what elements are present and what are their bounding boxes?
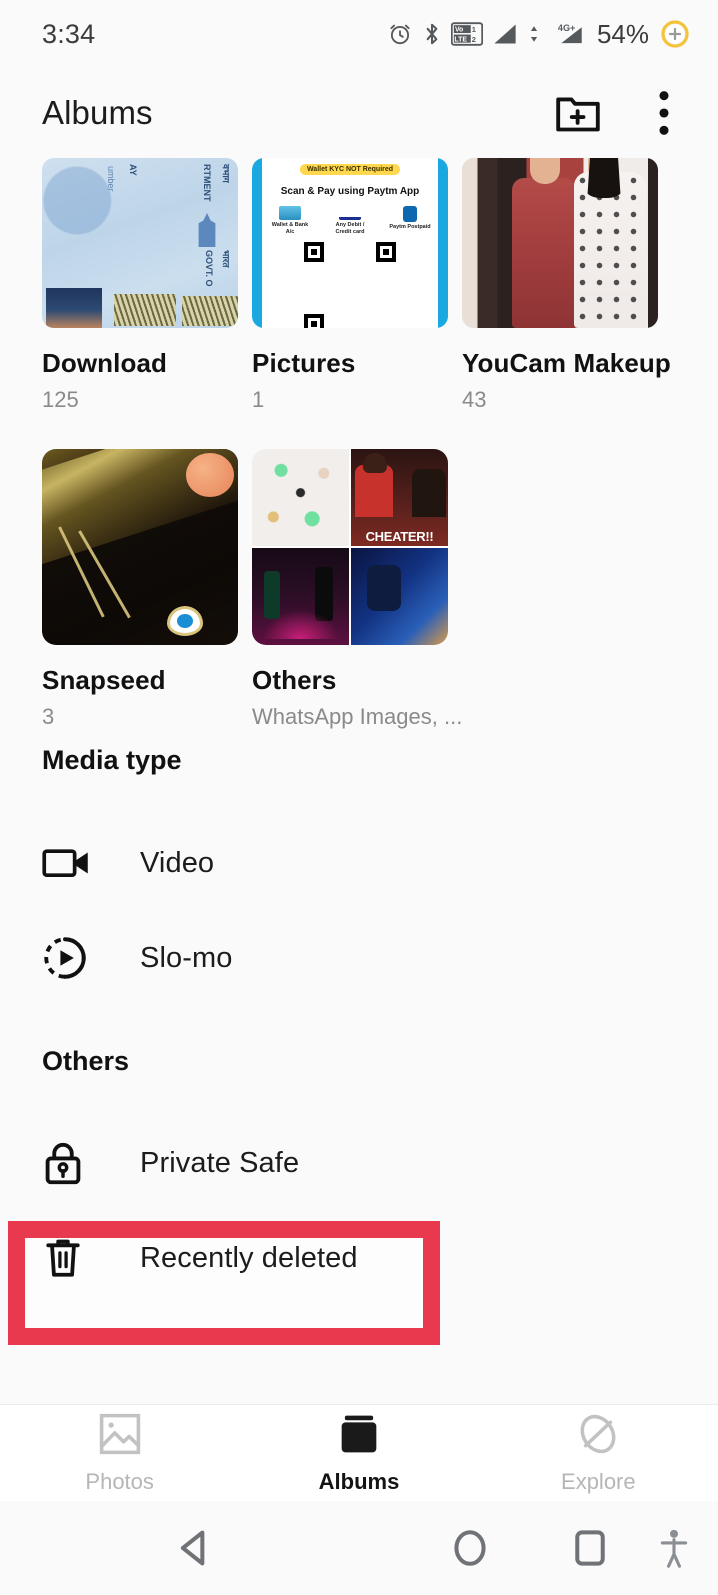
bottom-navigation: Photos Albums Explore [0, 1405, 718, 1501]
status-icons: Vo 1 LTE 2 4G+ 54% [387, 19, 690, 50]
status-time: 3:34 [42, 18, 96, 49]
album-name: YouCam Makeup [462, 348, 671, 378]
media-type-heading: Media type [42, 745, 182, 775]
album-thumbnail [462, 158, 658, 328]
phone-screen: 3:34 Vo 1 LTE 2 4G+ 54% Albums वभाग RTME… [0, 0, 718, 1595]
app-bar: Albums [0, 68, 718, 158]
others-item-private-safe[interactable]: Private Safe [0, 1115, 718, 1211]
battery-charging-icon [661, 20, 689, 48]
signal-bars-4g-icon: 4G+ [558, 23, 582, 44]
tab-label: Explore [561, 1469, 636, 1494]
bluetooth-icon [426, 23, 438, 45]
lock-icon [42, 1140, 98, 1186]
photo-icon [99, 1413, 140, 1455]
create-folder-icon [556, 97, 600, 132]
media-type-label: Slo-mo [140, 941, 233, 974]
album-name: Pictures [252, 348, 356, 378]
qr-option: Paytm Postpaid [389, 224, 431, 230]
necklace-photo-thumbnail [42, 449, 238, 645]
others-label: Recently deleted [140, 1241, 358, 1274]
svg-text:2: 2 [472, 35, 476, 44]
others-item-recently-deleted[interactable]: Recently deleted [0, 1210, 718, 1306]
album-name: Download [42, 348, 168, 378]
qr-heading: Scan & Pay using Paytm App [280, 186, 420, 197]
album-item-snapseed[interactable]: Snapseed 3 [42, 449, 238, 730]
svg-text:Vo: Vo [455, 27, 463, 34]
overflow-menu-button[interactable] [636, 85, 692, 141]
album-row-2: Snapseed 3 CHEATER!! Others WhatsApp Ima… [42, 449, 676, 730]
video-camera-icon [42, 845, 98, 881]
accessibility-person-icon [660, 1529, 688, 1568]
album-thumbnail [42, 449, 238, 645]
album-item-youcam-makeup[interactable]: YouCam Makeup 43 [462, 158, 671, 413]
system-navigation-bar [0, 1501, 718, 1595]
back-button[interactable] [0, 1526, 390, 1570]
album-name: Others [252, 665, 337, 695]
media-type-item-slo-mo[interactable]: Slo-mo [0, 910, 718, 1006]
others-label: Private Safe [140, 1146, 300, 1179]
signal-switch-icon [530, 26, 538, 42]
tab-label: Photos [85, 1469, 154, 1494]
home-circle-icon [454, 1530, 486, 1566]
album-thumbnail: Wallet KYC NOT Required Scan & Pay using… [252, 158, 448, 328]
tab-label: Albums [318, 1469, 400, 1494]
tab-albums[interactable]: Albums [239, 1411, 478, 1495]
album-name: Snapseed [42, 665, 166, 695]
svg-text:1: 1 [472, 25, 476, 34]
svg-text:LTE: LTE [454, 36, 467, 43]
media-type-item-video[interactable]: Video [0, 815, 718, 911]
albums-icon [341, 1415, 377, 1453]
collage-thumbnail: CHEATER!! [252, 449, 448, 645]
album-thumbnail: CHEATER!! [252, 449, 448, 645]
collage-caption: CHEATER!! [365, 529, 434, 544]
album-row-1: वभाग RTMENT भारत GOVT. O umber AY Download … [42, 158, 676, 413]
couple-photo-thumbnail [462, 158, 658, 328]
album-count: WhatsApp Images, ... [252, 704, 463, 729]
slow-motion-icon [42, 935, 98, 981]
more-vertical-icon [659, 91, 669, 135]
media-type-label: Video [140, 846, 215, 879]
trash-icon [42, 1234, 98, 1282]
status-bar: 3:34 Vo 1 LTE 2 4G+ 54% [0, 0, 718, 68]
home-button[interactable] [390, 1526, 550, 1570]
tab-photos[interactable]: Photos [0, 1411, 239, 1495]
page-title: Albums [42, 94, 153, 131]
album-thumbnail: वभाग RTMENT भारत GOVT. O umber AY [42, 158, 238, 328]
signal-bars-icon [494, 24, 516, 44]
album-count: 3 [42, 704, 55, 729]
battery-percent: 54% [596, 18, 649, 49]
paytm-qr-thumbnail: Wallet KYC NOT Required Scan & Pay using… [252, 158, 448, 328]
tab-explore[interactable]: Explore [479, 1411, 718, 1495]
svg-text:4G+: 4G+ [558, 23, 575, 33]
qr-badge: Wallet KYC NOT Required [299, 164, 401, 175]
others-heading: Others [42, 1046, 130, 1076]
create-folder-button[interactable] [550, 85, 606, 141]
album-count: 43 [462, 387, 487, 412]
qr-option: Any Debit / Credit card [335, 222, 365, 235]
album-count: 125 [42, 387, 79, 412]
album-item-pictures[interactable]: Wallet KYC NOT Required Scan & Pay using… [252, 158, 448, 413]
album-item-download[interactable]: वभाग RTMENT भारत GOVT. O umber AY Download … [42, 158, 238, 413]
accessibility-button[interactable] [630, 1528, 718, 1568]
back-triangle-icon [180, 1530, 205, 1566]
app-bar-actions [550, 85, 692, 141]
recents-button[interactable] [550, 1526, 630, 1570]
volte-icon: Vo 1 LTE 2 [450, 22, 483, 46]
qr-option: Wallet & Bank A/c [271, 222, 309, 235]
alarm-icon [390, 24, 410, 45]
explore-icon [580, 1414, 616, 1454]
album-item-others[interactable]: CHEATER!! Others WhatsApp Images, ... [252, 449, 462, 730]
album-grid: वभाग RTMENT भारत GOVT. O umber AY Download … [0, 158, 718, 730]
pan-card-thumbnail: वभाग RTMENT भारत GOVT. O umber AY [42, 158, 238, 328]
album-count: 1 [252, 387, 265, 412]
recents-square-icon [575, 1530, 605, 1566]
